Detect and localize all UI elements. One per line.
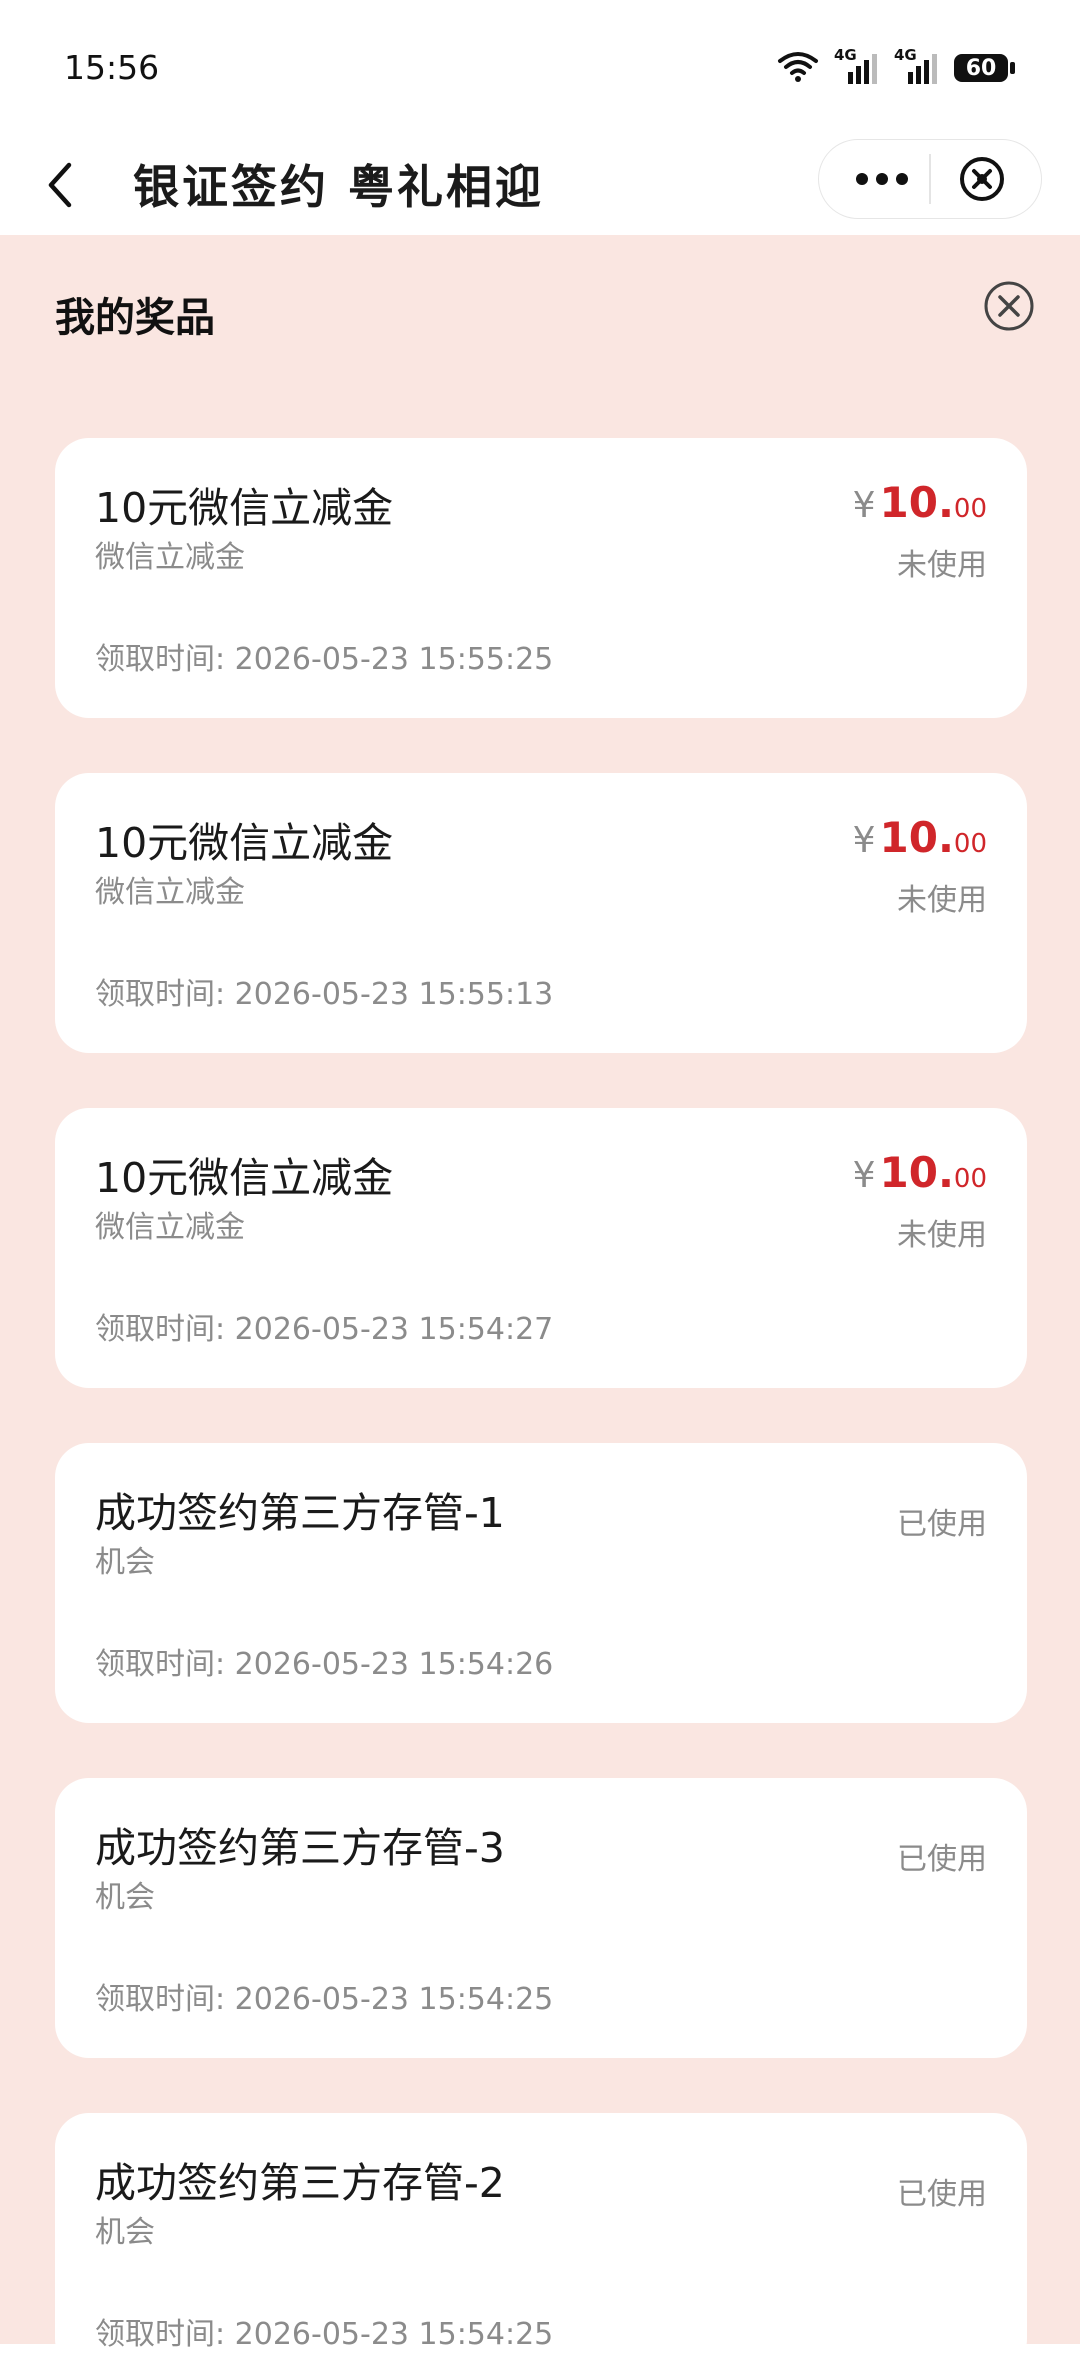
battery-icon: 60	[954, 54, 1015, 82]
amount-decimal: 00	[953, 829, 987, 859]
signal-icon: 4G	[894, 46, 940, 86]
prize-type: 机会	[95, 1545, 155, 1580]
capsule-divider	[929, 154, 931, 204]
prize-type: 机会	[95, 1880, 155, 1915]
back-button[interactable]	[30, 155, 90, 215]
prize-type: 微信立减金	[95, 875, 245, 910]
signal-icon: 4G	[834, 46, 880, 86]
prize-status: 已使用	[897, 1842, 987, 1877]
prize-type: 微信立减金	[95, 540, 245, 575]
prize-amount: ¥10.00	[853, 478, 987, 527]
prize-name: 10元微信立减金	[95, 819, 394, 867]
currency-symbol: ¥	[852, 820, 876, 861]
prize-amount: ¥10.00	[853, 813, 987, 862]
prize-amount: ¥10.00	[853, 1148, 987, 1197]
amount-integer: 10.	[879, 478, 954, 527]
amount-decimal: 00	[953, 1164, 987, 1194]
chevron-left-icon	[48, 162, 72, 208]
prize-name: 成功签约第三方存管-2	[95, 2159, 505, 2207]
prize-name: 成功签约第三方存管-3	[95, 1824, 505, 1872]
prize-card[interactable]: 10元微信立减金 微信立减金 ¥10.00 未使用 领取时间: 2026-05-…	[55, 1108, 1027, 1388]
prize-card[interactable]: 10元微信立减金 微信立减金 ¥10.00 未使用 领取时间: 2026-05-…	[55, 438, 1027, 718]
prize-type: 机会	[95, 2215, 155, 2250]
prize-time: 领取时间: 2026-05-23 15:54:27	[95, 1312, 554, 1347]
amount-integer: 10.	[879, 813, 954, 862]
prize-card[interactable]: 成功签约第三方存管-2 机会 已使用 领取时间: 2026-05-23 15:5…	[55, 2113, 1027, 2373]
panel-title: 我的奖品	[55, 295, 215, 341]
prize-time: 领取时间: 2026-05-23 15:55:13	[95, 977, 554, 1012]
more-icon	[856, 173, 908, 185]
close-icon	[984, 281, 1034, 331]
prize-name: 10元微信立减金	[95, 1154, 394, 1202]
currency-symbol: ¥	[852, 1155, 876, 1196]
status-icons: 4G 4G 60	[776, 46, 1015, 88]
prize-status: 未使用	[897, 1218, 987, 1253]
mini-program-capsule	[818, 139, 1042, 219]
prize-status: 已使用	[897, 2177, 987, 2212]
prize-card[interactable]: 成功签约第三方存管-1 机会 已使用 领取时间: 2026-05-23 15:5…	[55, 1443, 1027, 1723]
close-miniprogram-button[interactable]	[947, 148, 1017, 210]
prize-status: 未使用	[897, 548, 987, 583]
wifi-icon	[776, 49, 820, 87]
prize-time: 领取时间: 2026-05-23 15:54:25	[95, 1982, 554, 2017]
panel-close-button[interactable]	[980, 277, 1038, 335]
prize-time: 领取时间: 2026-05-23 15:54:26	[95, 1647, 554, 1682]
prize-type: 微信立减金	[95, 1210, 245, 1245]
currency-symbol: ¥	[852, 485, 876, 526]
prize-time: 领取时间: 2026-05-23 15:54:25	[95, 2317, 554, 2352]
amount-decimal: 00	[953, 494, 987, 524]
status-time: 15:56	[64, 48, 160, 87]
prize-name: 成功签约第三方存管-1	[95, 1489, 505, 1537]
page-title: 银证签约 粤礼相迎	[133, 160, 545, 214]
prize-status: 已使用	[897, 1507, 987, 1542]
amount-integer: 10.	[879, 1148, 954, 1197]
prize-name: 10元微信立减金	[95, 484, 394, 532]
prize-time: 领取时间: 2026-05-23 15:55:25	[95, 642, 554, 677]
close-circle-icon	[960, 157, 1004, 201]
status-bar: 15:56 4G 4G 60	[0, 0, 1080, 135]
nav-bar: 银证签约 粤礼相迎	[0, 135, 1080, 235]
prize-status: 未使用	[897, 883, 987, 918]
more-button[interactable]	[839, 144, 925, 214]
prize-panel: 我的奖品 10元微信立减金 微信立减金 ¥10.00 未使用 领取时间: 202…	[0, 235, 1080, 2373]
prize-card[interactable]: 成功签约第三方存管-3 机会 已使用 领取时间: 2026-05-23 15:5…	[55, 1778, 1027, 2058]
prize-card[interactable]: 10元微信立减金 微信立减金 ¥10.00 未使用 领取时间: 2026-05-…	[55, 773, 1027, 1053]
